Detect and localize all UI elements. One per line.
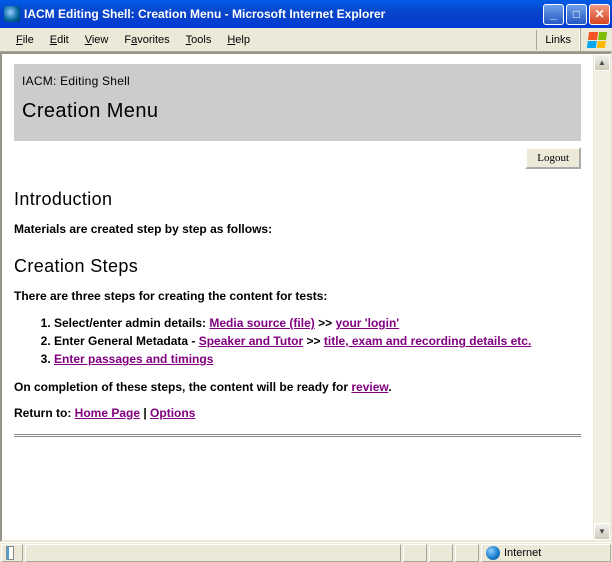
intro-heading: Introduction — [14, 189, 581, 210]
menu-view[interactable]: View — [77, 32, 117, 48]
steps-heading: Creation Steps — [14, 256, 581, 277]
minimize-button[interactable]: _ — [543, 4, 564, 25]
footer-rule — [14, 434, 581, 437]
statusbar: Internet — [0, 542, 612, 562]
menu-help[interactable]: Help — [219, 32, 258, 48]
browser-viewport: IACM: Editing Shell Creation Menu Logout… — [0, 52, 612, 542]
page-icon — [6, 546, 14, 560]
status-pane-a — [403, 544, 427, 562]
menu-file-label: ile — [23, 34, 34, 46]
completion-pre: On completion of these steps, the conten… — [14, 380, 351, 394]
close-button[interactable]: ✕ — [589, 4, 610, 25]
link-your-login[interactable]: your 'login' — [335, 316, 399, 330]
step-2-text: Enter General Metadata - — [54, 334, 199, 348]
link-options[interactable]: Options — [150, 406, 195, 420]
menu-edit[interactable]: Edit — [42, 32, 77, 48]
security-zone-label: Internet — [504, 547, 541, 559]
link-passages-timings[interactable]: Enter passages and timings — [54, 352, 213, 366]
step-1: Select/enter admin details: Media source… — [54, 315, 581, 331]
ie-icon — [4, 6, 20, 22]
menu-tools[interactable]: Tools — [178, 32, 220, 48]
menu-help-label: elp — [235, 34, 250, 46]
logout-button[interactable]: Logout — [525, 147, 581, 169]
globe-icon — [486, 546, 500, 560]
scroll-down-button[interactable]: ▼ — [594, 523, 610, 540]
status-pane-b — [429, 544, 453, 562]
status-page-icon-pane — [1, 544, 23, 562]
steps-list: Select/enter admin details: Media source… — [38, 315, 581, 368]
scroll-thumb[interactable] — [594, 71, 610, 523]
return-row: Return to: Home Page | Options — [14, 406, 581, 420]
link-home-page[interactable]: Home Page — [75, 406, 140, 420]
intro-text: Materials are created step by step as fo… — [14, 222, 581, 236]
page-title: Creation Menu — [22, 100, 573, 123]
menu-file[interactable]: File — [8, 32, 42, 48]
menu-favorites-label: vorites — [137, 34, 169, 46]
window-controls: _ □ ✕ — [543, 4, 610, 25]
link-review[interactable]: review — [351, 380, 388, 394]
return-pre: Return to: — [14, 406, 75, 420]
menu-favorites[interactable]: Favorites — [116, 32, 177, 48]
vertical-scrollbar[interactable]: ▲ ▼ — [593, 54, 610, 540]
page-content: IACM: Editing Shell Creation Menu Logout… — [2, 54, 593, 447]
scroll-up-button[interactable]: ▲ — [594, 54, 610, 71]
completion-post: . — [388, 380, 391, 394]
window-title: IACM Editing Shell: Creation Menu - Micr… — [24, 7, 543, 21]
step-2: Enter General Metadata - Speaker and Tut… — [54, 333, 581, 349]
step-1-sep: >> — [315, 316, 336, 330]
logout-row: Logout — [14, 147, 581, 169]
link-media-source[interactable]: Media source (file) — [209, 316, 314, 330]
windows-logo-icon — [580, 28, 612, 52]
menubar: File Edit View Favorites Tools Help Link… — [0, 28, 612, 52]
menu-tools-label: ools — [191, 34, 211, 46]
menu-view-label: iew — [92, 34, 109, 46]
return-sep: | — [140, 406, 150, 420]
security-zone: Internet — [481, 544, 611, 562]
links-toolbar[interactable]: Links — [536, 30, 580, 50]
maximize-button[interactable]: □ — [566, 4, 587, 25]
step-1-text: Select/enter admin details: — [54, 316, 209, 330]
step-3: Enter passages and timings — [54, 351, 581, 367]
header-breadcrumb: IACM: Editing Shell — [22, 74, 573, 88]
link-speaker-tutor[interactable]: Speaker and Tutor — [199, 334, 303, 348]
page-header: IACM: Editing Shell Creation Menu — [14, 64, 581, 141]
window-titlebar: IACM Editing Shell: Creation Menu - Micr… — [0, 0, 612, 28]
status-pane-c — [455, 544, 479, 562]
status-message — [25, 544, 401, 562]
step-2-sep: >> — [303, 334, 324, 348]
steps-intro: There are three steps for creating the c… — [14, 289, 581, 303]
link-title-exam-details[interactable]: title, exam and recording details etc. — [324, 334, 531, 348]
menu-edit-label: dit — [57, 34, 69, 46]
completion-text: On completion of these steps, the conten… — [14, 380, 581, 394]
